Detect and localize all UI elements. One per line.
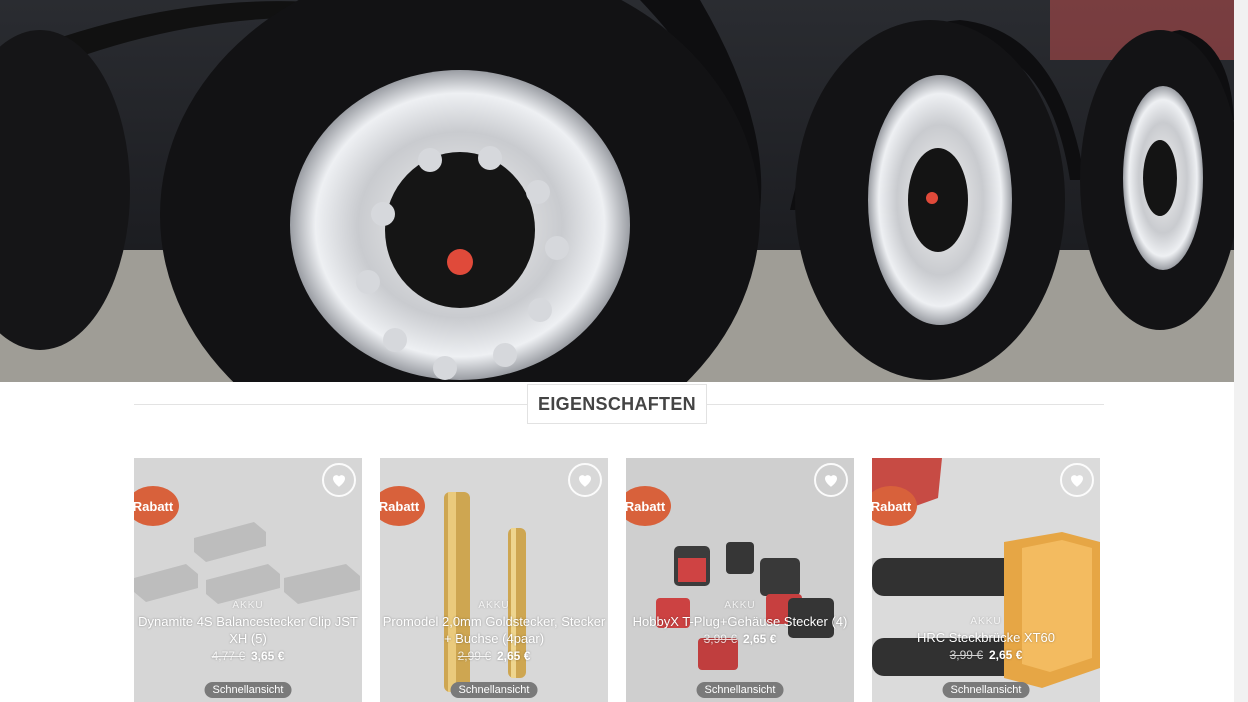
- product-name[interactable]: HRC Steckbrücke XT60: [872, 629, 1100, 646]
- product-card[interactable]: Rabatt AKKU HRC Steckbrücke XT60 3,99 €2…: [872, 458, 1100, 702]
- product-card[interactable]: Rabatt AKKU Promodel 2,0mm Goldstecker, …: [380, 458, 608, 702]
- hero-banner-image: [0, 0, 1234, 382]
- product-info: AKKU HobbyX T-Plug+Gehäuse Stecker (4) 3…: [626, 600, 854, 646]
- product-price: 3,99 € 2,65 €: [872, 648, 1100, 662]
- product-card[interactable]: Rabatt AKKU Dynamite 4S Balancestecker C…: [134, 458, 362, 702]
- old-price: 3,99 €: [949, 648, 983, 662]
- heart-icon: [579, 475, 591, 487]
- sale-price: 2,65 €: [497, 649, 531, 663]
- product-price: 3,99 € 2,65 €: [626, 632, 854, 646]
- wishlist-button[interactable]: [1060, 463, 1094, 497]
- old-price: 4,77 €: [211, 649, 245, 663]
- old-price: 3,99 €: [703, 632, 737, 646]
- heart-icon: [825, 475, 837, 487]
- wishlist-button[interactable]: [322, 463, 356, 497]
- product-price: 4,77 € 3,65 €: [134, 649, 362, 663]
- section-title: EIGENSCHAFTEN: [527, 384, 707, 424]
- product-category: AKKU: [232, 600, 264, 611]
- heart-icon: [1071, 475, 1083, 487]
- product-info: AKKU Dynamite 4S Balancestecker Clip JST…: [134, 600, 362, 663]
- product-info: AKKU HRC Steckbrücke XT60 3,99 € 2,65 €: [872, 616, 1100, 662]
- quick-view-button[interactable]: Schnellansicht: [450, 682, 538, 698]
- sale-price: 2,65 €: [989, 648, 1023, 662]
- old-price: 2,99 €: [457, 649, 491, 663]
- heart-icon: [333, 475, 345, 487]
- wishlist-button[interactable]: [568, 463, 602, 497]
- product-category: AKKU: [724, 600, 756, 611]
- page-scrollbar[interactable]: [1234, 0, 1248, 702]
- truck-wheels-illustration: [0, 0, 1234, 382]
- product-name[interactable]: Promodel 2,0mm Goldstecker, Stecker + Bu…: [380, 613, 608, 647]
- quick-view-button[interactable]: Schnellansicht: [942, 682, 1030, 698]
- product-info: AKKU Promodel 2,0mm Goldstecker, Stecker…: [380, 600, 608, 663]
- wishlist-button[interactable]: [814, 463, 848, 497]
- product-category: AKKU: [970, 616, 1002, 627]
- product-name[interactable]: Dynamite 4S Balancestecker Clip JST XH (…: [134, 613, 362, 647]
- quick-view-button[interactable]: Schnellansicht: [204, 682, 292, 698]
- sale-price: 2,65 €: [743, 632, 777, 646]
- quick-view-button[interactable]: Schnellansicht: [696, 682, 784, 698]
- product-card[interactable]: Rabatt AKKU HobbyX T-Plug+Gehäuse Stecke…: [626, 458, 854, 702]
- product-category: AKKU: [478, 600, 510, 611]
- product-name[interactable]: HobbyX T-Plug+Gehäuse Stecker (4): [626, 613, 854, 630]
- product-price: 2,99 € 2,65 €: [380, 649, 608, 663]
- sale-price: 3,65 €: [251, 649, 285, 663]
